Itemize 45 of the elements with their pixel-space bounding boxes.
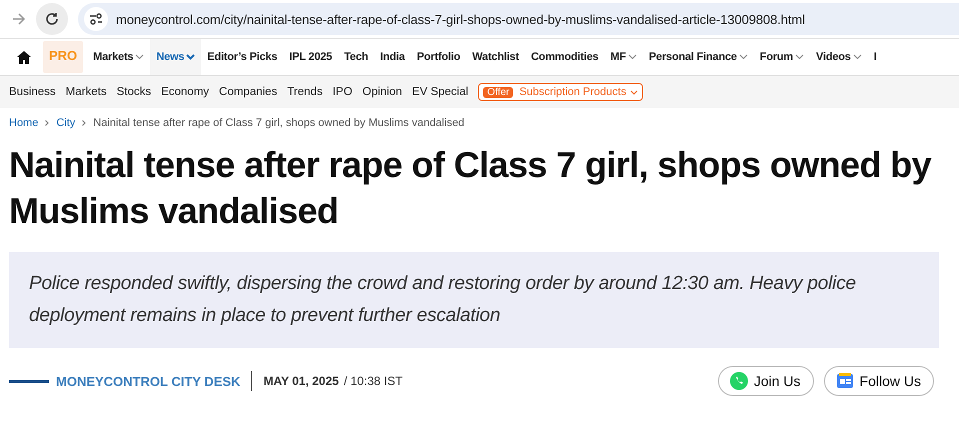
- chevron-right-icon: [82, 120, 86, 126]
- nav-tab[interactable]: News: [150, 39, 202, 75]
- sub-nav-link[interactable]: Trends: [287, 86, 323, 98]
- nav-tab[interactable]: Videos: [810, 39, 868, 75]
- publish-date: MAY 01, 2025: [263, 374, 339, 388]
- nav-tab[interactable]: Editor’s Picks: [201, 39, 284, 75]
- nav-tab[interactable]: Watchlist: [466, 39, 525, 75]
- nav-tab[interactable]: Commodities: [524, 39, 604, 75]
- nav-tab[interactable]: Markets: [87, 39, 150, 75]
- join-us-button[interactable]: Join Us: [718, 366, 814, 396]
- url-text: moneycontrol.com/city/nainital-tense-after-rape-of-class-7-girl-shops-owned-by-muslims-vandalised-article-13009808.html: [116, 12, 805, 26]
- sub-nav-link[interactable]: Markets: [66, 86, 107, 98]
- forward-icon[interactable]: [12, 12, 26, 26]
- address-bar[interactable]: moneycontrol.com/city/nainital-tense-after-rape-of-class-7-girl-shops-owned-by-muslims-vandalised-article-13009808.html: [78, 3, 959, 35]
- chevron-right-icon: [45, 120, 50, 126]
- nav-tab[interactable]: Forum: [754, 39, 810, 75]
- article-summary: Police responded swiftly, dispersing the crowd and restoring order by around 12:30 am. Heavy police deployment remains in place to prevent further escalation: [9, 252, 939, 348]
- sub-nav-link[interactable]: Economy: [161, 86, 210, 98]
- nav-tab[interactable]: Personal Finance: [642, 39, 754, 75]
- sub-nav-link[interactable]: Opinion: [362, 86, 402, 98]
- publish-time: / 10:38 IST: [344, 374, 403, 388]
- whatsapp-icon: [728, 371, 749, 391]
- nav-tab[interactable]: Tech: [338, 39, 374, 75]
- reload-button[interactable]: [36, 3, 68, 35]
- breadcrumb-link[interactable]: Home: [9, 117, 38, 129]
- reload-icon: [44, 11, 60, 27]
- sub-nav-link[interactable]: Companies: [219, 86, 278, 98]
- breadcrumb-link[interactable]: Nainital tense after rape of Class 7 girl, shops owned by Muslims vandalised: [93, 117, 464, 129]
- nav-tab[interactable]: IPL 2025: [283, 39, 338, 75]
- sub-nav-link[interactable]: EV Special: [412, 86, 468, 98]
- home-icon[interactable]: [17, 50, 31, 64]
- nav-tab[interactable]: I: [868, 39, 883, 75]
- nav-tab[interactable]: India: [374, 39, 411, 75]
- author-link[interactable]: MONEYCONTROL CITY DESK: [56, 374, 240, 388]
- sub-nav-link[interactable]: Stocks: [116, 86, 152, 98]
- caret-icon: [630, 90, 638, 94]
- site-settings-icon[interactable]: [84, 7, 108, 31]
- nav-tab[interactable]: MF: [604, 39, 643, 75]
- breadcrumb-link[interactable]: City: [56, 117, 76, 129]
- news-icon: [834, 371, 855, 391]
- nav-tab[interactable]: Portfolio: [410, 39, 466, 75]
- sub-nav-link[interactable]: Business: [9, 86, 56, 98]
- article-headline: Nainital tense after rape of Class 7 girl, shops owned by Muslims vandalised: [9, 143, 932, 233]
- follow-us-button[interactable]: Follow Us: [824, 366, 934, 396]
- sub-nav-link[interactable]: IPO: [332, 86, 352, 98]
